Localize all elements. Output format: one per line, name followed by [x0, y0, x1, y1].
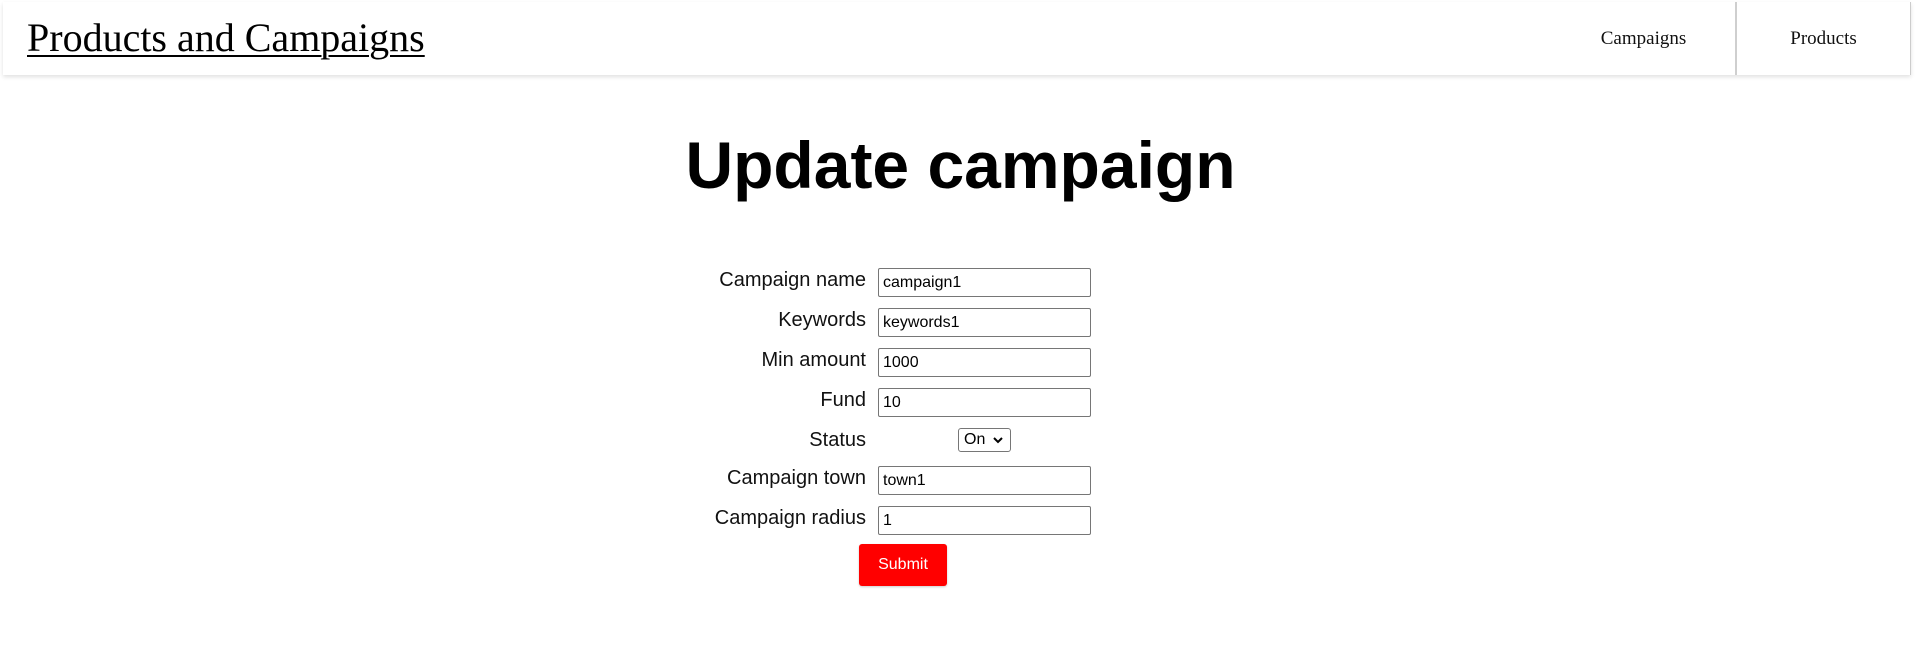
- status-row: Status On: [700, 424, 1100, 462]
- status-select-value: On: [964, 431, 986, 448]
- campaign-radius-row: Campaign radius: [700, 502, 1100, 542]
- min-amount-row: Min amount: [700, 344, 1100, 384]
- update-campaign-form: Campaign name Keywords Min amount Fund S…: [700, 264, 1100, 586]
- brand-link[interactable]: Products and Campaigns: [27, 14, 425, 61]
- fund-label: Fund: [820, 389, 866, 411]
- nav-campaigns-link[interactable]: Campaigns: [1552, 2, 1735, 75]
- page-title: Update campaign: [0, 125, 1917, 205]
- campaign-name-input[interactable]: [878, 268, 1091, 297]
- top-navbar: Products and Campaigns Campaigns Product…: [3, 2, 1911, 75]
- min-amount-input[interactable]: [878, 348, 1091, 377]
- campaign-radius-input[interactable]: [878, 506, 1091, 535]
- campaign-name-label: Campaign name: [719, 269, 866, 291]
- keywords-input[interactable]: [878, 308, 1091, 337]
- keywords-row: Keywords: [700, 304, 1100, 344]
- status-select[interactable]: On: [958, 428, 1011, 452]
- min-amount-label: Min amount: [761, 349, 867, 371]
- campaign-town-input[interactable]: [878, 466, 1091, 495]
- keywords-label: Keywords: [778, 309, 866, 331]
- chevron-down-icon: [993, 437, 1003, 444]
- nav-links: Campaigns Products: [1552, 2, 1910, 75]
- status-label: Status: [809, 429, 866, 451]
- campaign-name-row: Campaign name: [700, 264, 1100, 304]
- campaign-radius-label: Campaign radius: [714, 507, 866, 529]
- nav-products-link[interactable]: Products: [1735, 2, 1910, 75]
- campaign-town-label: Campaign town: [727, 467, 866, 489]
- page-title-text: Update campaign: [685, 128, 1236, 202]
- submit-button[interactable]: Submit: [859, 544, 947, 586]
- campaign-town-row: Campaign town: [700, 462, 1100, 502]
- fund-row: Fund: [700, 384, 1100, 424]
- fund-input[interactable]: [878, 388, 1091, 417]
